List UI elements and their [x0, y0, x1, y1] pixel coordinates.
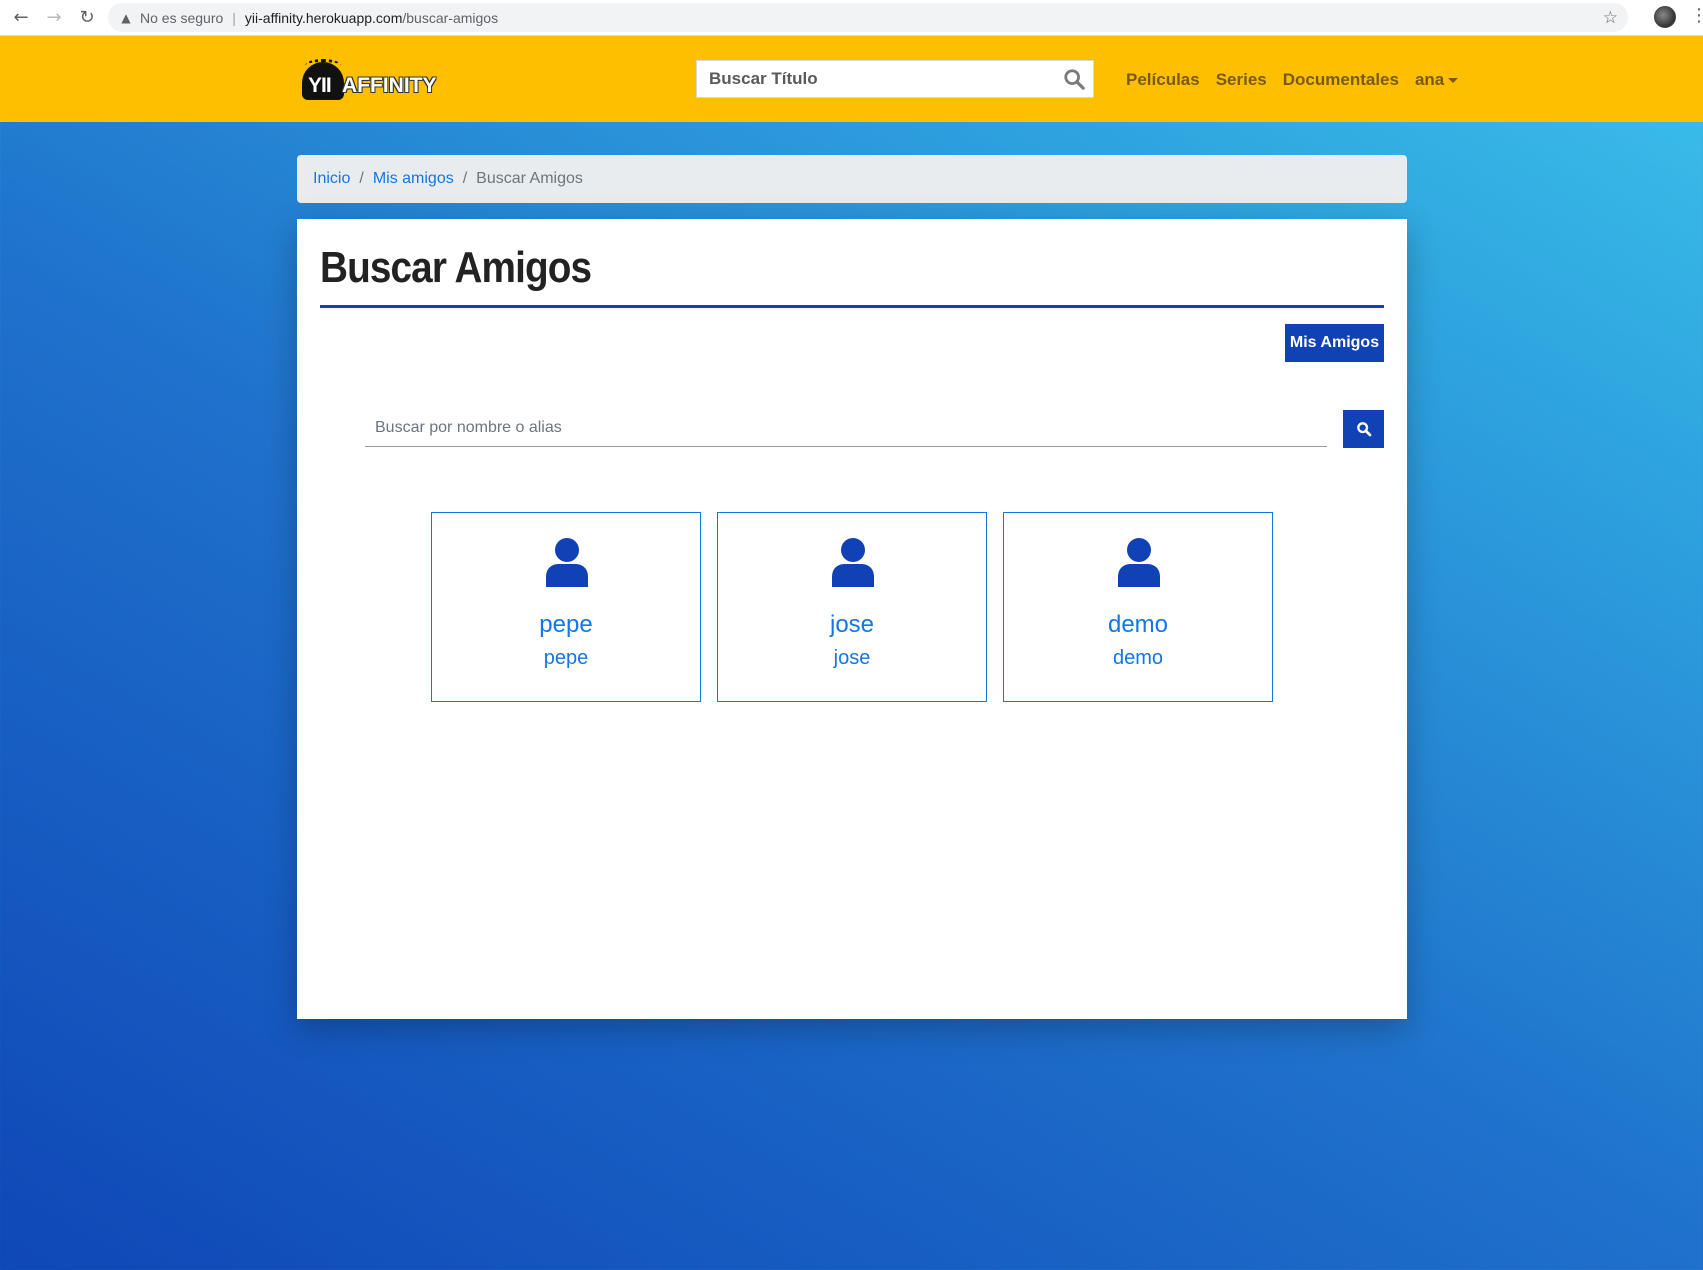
url-path[interactable]: /buscar-amigos	[402, 10, 498, 26]
brand-logo[interactable]: YII AFFINITY	[302, 59, 437, 100]
main-panel: Buscar Amigos Mis Amigos pepe pepe jose …	[297, 219, 1407, 1019]
url-host[interactable]: yii-affinity.herokuapp.com	[245, 10, 402, 26]
address-separator: |	[232, 9, 236, 26]
user-menu-toggle[interactable]: ana	[1414, 70, 1459, 90]
user-menu-label: ana	[1414, 70, 1445, 89]
mis-amigos-button[interactable]: Mis Amigos	[1285, 324, 1384, 362]
nav-links: Películas Series Documentales ana	[1126, 70, 1474, 90]
nav-link-series[interactable]: Series	[1216, 70, 1267, 90]
browser-toolbar: ← → ↻ ▲ No es seguro | yii-affinity.hero…	[0, 0, 1703, 36]
breadcrumb-divider: /	[462, 170, 468, 187]
forward-arrow-icon[interactable]: →	[42, 6, 66, 30]
address-bar[interactable]: ▲ No es seguro | yii-affinity.herokuapp.…	[108, 3, 1628, 32]
breadcrumb-current: Buscar Amigos	[476, 170, 583, 187]
site-navbar: YII AFFINITY Películas Series Documental…	[0, 36, 1703, 122]
caret-down-icon	[1448, 78, 1459, 84]
kebab-menu-icon[interactable]: ⋮	[1690, 5, 1703, 26]
friend-card[interactable]: pepe pepe	[431, 512, 701, 702]
breadcrumb-link-inicio[interactable]: Inicio	[313, 170, 350, 188]
title-divider	[320, 305, 1384, 308]
brand-suffix: AFFINITY	[342, 74, 437, 97]
friend-alias[interactable]: jose	[718, 647, 986, 670]
star-icon[interactable]: ☆	[1603, 8, 1618, 28]
friend-search-input[interactable]	[365, 409, 1327, 446]
friend-alias[interactable]: demo	[1004, 647, 1272, 670]
friend-search-box	[365, 409, 1327, 447]
friend-results: pepe pepe jose jose demo demo	[431, 512, 1273, 702]
warning-icon[interactable]: ▲	[118, 10, 134, 26]
reload-icon[interactable]: ↻	[75, 6, 99, 30]
back-arrow-icon[interactable]: ←	[9, 6, 33, 30]
friend-search-button[interactable]	[1343, 410, 1384, 448]
security-label[interactable]: No es seguro	[140, 10, 223, 26]
page-title: Buscar Amigos	[320, 243, 592, 292]
search-icon	[1356, 422, 1371, 437]
friend-alias[interactable]: pepe	[432, 647, 700, 670]
breadcrumb-divider: /	[359, 170, 364, 187]
search-icon[interactable]	[1063, 68, 1085, 90]
title-search-input[interactable]	[697, 61, 1093, 97]
user-icon	[832, 538, 874, 587]
friend-card[interactable]: demo demo	[1003, 512, 1273, 702]
friend-name[interactable]: demo	[1004, 611, 1272, 639]
profile-avatar-icon[interactable]	[1654, 6, 1676, 28]
breadcrumb-link-mis-amigos[interactable]: Mis amigos	[373, 170, 454, 188]
title-search-box	[696, 60, 1094, 98]
user-icon	[1118, 538, 1160, 587]
nav-link-peliculas[interactable]: Películas	[1126, 70, 1200, 90]
friend-name[interactable]: jose	[718, 611, 986, 639]
friend-name[interactable]: pepe	[432, 611, 700, 639]
friend-card[interactable]: jose jose	[717, 512, 987, 702]
breadcrumb: Inicio / Mis amigos / Buscar Amigos	[297, 155, 1407, 203]
nav-link-documentales[interactable]: Documentales	[1283, 70, 1399, 90]
brand-prefix: YII	[308, 74, 332, 97]
user-icon	[546, 538, 588, 587]
